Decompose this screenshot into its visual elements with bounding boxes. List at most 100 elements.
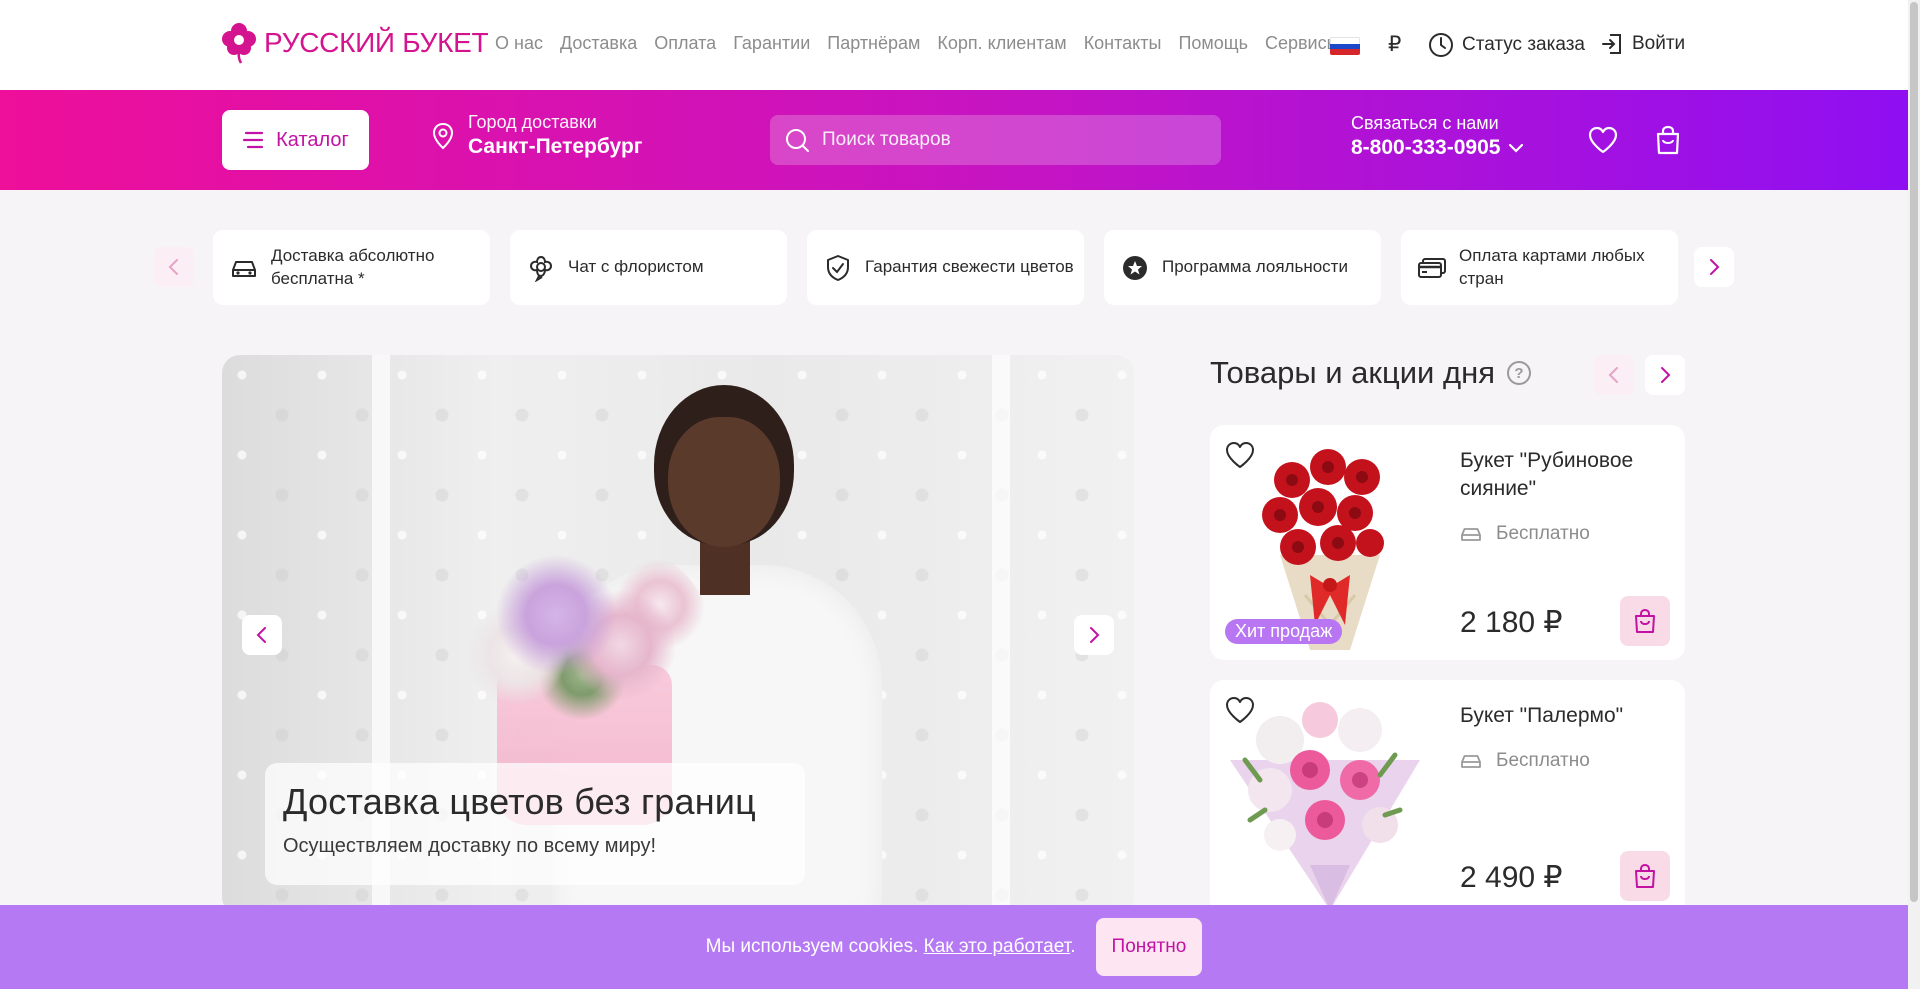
add-to-cart-button[interactable]: [1620, 596, 1670, 646]
car-icon: [229, 253, 259, 283]
features-next-button[interactable]: [1694, 247, 1734, 287]
cookie-text: Мы используем cookies. Как это работает.: [705, 936, 1076, 957]
nav-help[interactable]: Помощь: [1178, 33, 1248, 54]
russia-flag-icon[interactable]: [1330, 37, 1360, 55]
chevron-right-icon: [1710, 259, 1720, 275]
delivery-text: Бесплатно: [1496, 750, 1590, 771]
favorite-heart-icon[interactable]: [1224, 694, 1256, 726]
top-nav: О нас Доставка Оплата Гарантии Партнёрам…: [495, 33, 1340, 54]
help-question-icon[interactable]: ?: [1506, 361, 1531, 385]
nav-partners[interactable]: Партнёрам: [827, 33, 920, 54]
cart-bag-icon: [1635, 863, 1655, 888]
favorite-heart-icon[interactable]: [1224, 439, 1256, 471]
menu-icon: [243, 131, 264, 149]
login-link[interactable]: Войти: [1600, 32, 1685, 56]
cookie-banner: Мы используем cookies. Как это работает.…: [0, 905, 1908, 989]
main-header: Каталог Город доставки Санкт-Петербург С…: [0, 90, 1908, 190]
scrollbar-thumb[interactable]: [1910, 2, 1918, 902]
login-icon: [1602, 34, 1621, 54]
features-prev-button[interactable]: [154, 247, 194, 287]
nav-contacts[interactable]: Контакты: [1084, 33, 1162, 54]
nav-corporate[interactable]: Корп. клиентам: [937, 33, 1066, 54]
feature-card-payment[interactable]: Оплата картами любых стран: [1401, 230, 1678, 305]
feature-text: Гарантия свежести цветов: [865, 257, 1074, 277]
products-next-button[interactable]: [1645, 355, 1685, 395]
hero-subtitle: Осуществляем доставку по всему миру!: [283, 835, 657, 857]
contact-block[interactable]: Связаться с нами 8-800-333-0905: [1351, 113, 1524, 160]
cart-bag-icon[interactable]: [1652, 124, 1684, 156]
car-icon: [1461, 528, 1481, 541]
phone-number[interactable]: 8-800-333-0905: [1351, 136, 1524, 160]
hero-bouquet: [452, 535, 712, 735]
catalog-label: Каталог: [276, 128, 349, 151]
order-status-link[interactable]: Статус заказа: [1428, 32, 1585, 58]
car-icon: [1461, 755, 1481, 768]
wall-panel: [992, 355, 1010, 915]
feature-text: Оплата картами любых стран: [1459, 245, 1645, 288]
product-name[interactable]: Букет "Рубиновое сияние": [1460, 447, 1670, 504]
chevron-down-icon: [1509, 143, 1524, 153]
logo[interactable]: РУССКИЙ БУКЕТ: [222, 22, 489, 64]
chevron-right-icon: [1661, 367, 1671, 383]
add-to-cart-button[interactable]: [1620, 851, 1670, 901]
hero-title: Доставка цветов без границ: [283, 781, 756, 822]
city-label: Город доставки: [468, 112, 597, 132]
product-price: 2 180 ₽: [1460, 606, 1563, 639]
chevron-left-icon: [1608, 367, 1618, 383]
product-name[interactable]: Букет "Палермо": [1460, 702, 1670, 730]
product-card[interactable]: Букет "Палермо" Бесплатно 2 490 ₽: [1210, 680, 1685, 915]
currency-selector[interactable]: ₽: [1388, 32, 1401, 57]
page-scrollbar[interactable]: [1908, 0, 1920, 989]
delivery-info: Бесплатно: [1460, 750, 1590, 772]
features-strip: Доставка абсолютно бесплатна * Чат с фло…: [213, 230, 1678, 305]
product-price: 2 490 ₽: [1460, 861, 1563, 894]
nav-services[interactable]: Сервисы: [1265, 33, 1340, 54]
flower-logo-icon: [222, 23, 256, 64]
login-label: Войти: [1632, 33, 1686, 54]
nav-payment[interactable]: Оплата: [654, 33, 716, 54]
hero-person-face: [668, 417, 780, 547]
cart-bag-icon: [1635, 608, 1655, 633]
hero-banner[interactable]: Доставка цветов без границ Осуществляем …: [222, 355, 1134, 915]
hit-badge: Хит продаж: [1225, 619, 1343, 644]
nav-guarantees[interactable]: Гарантии: [733, 33, 810, 54]
hero-next-button[interactable]: [1074, 615, 1114, 655]
products-section-title: Товары и акции дня ?: [1210, 355, 1531, 391]
feature-freshness[interactable]: Гарантия свежести цветов: [807, 230, 1084, 305]
contact-label: Связаться с нами: [1351, 113, 1499, 133]
cookie-message: Мы используем cookies.: [705, 936, 919, 957]
shield-check-icon: [823, 253, 853, 283]
products-prev-button[interactable]: [1594, 355, 1634, 395]
phone-text: 8-800-333-0905: [1351, 136, 1501, 159]
chevron-right-icon: [1090, 627, 1100, 643]
city-value: Санкт-Петербург: [468, 135, 643, 158]
search-bar[interactable]: [770, 115, 1221, 165]
star-badge-icon: [1120, 253, 1150, 283]
cookie-accept-button[interactable]: Понятно: [1095, 918, 1203, 976]
delivery-text: Бесплатно: [1496, 523, 1590, 544]
location-pin-icon: [432, 122, 454, 149]
feature-text: Программа лояльности: [1162, 257, 1348, 277]
hero-prev-button[interactable]: [242, 615, 282, 655]
feature-florist-chat[interactable]: Чат с флористом: [510, 230, 787, 305]
clock-icon: [1429, 33, 1453, 57]
products-title-text: Товары и акции дня: [1210, 355, 1495, 390]
nav-delivery[interactable]: Доставка: [560, 33, 637, 54]
order-status-label: Статус заказа: [1462, 34, 1585, 55]
cookie-info-link[interactable]: Как это работает: [924, 936, 1071, 957]
chevron-left-icon: [256, 627, 266, 643]
search-input[interactable]: [822, 129, 1202, 151]
feature-free-delivery[interactable]: Доставка абсолютно бесплатна *: [213, 230, 490, 305]
logo-text: РУССКИЙ БУКЕТ: [264, 27, 489, 58]
feature-text: Доставка абсолютно бесплатна *: [271, 245, 435, 288]
delivery-city-selector[interactable]: Город доставки Санкт-Петербург: [432, 112, 643, 159]
feature-text: Чат с флористом: [568, 257, 704, 277]
catalog-button[interactable]: Каталог: [222, 110, 369, 170]
florist-chat-icon: [526, 253, 556, 283]
feature-loyalty[interactable]: Программа лояльности: [1104, 230, 1381, 305]
favorites-heart-icon[interactable]: [1587, 124, 1619, 156]
product-card[interactable]: Хит продаж Букет "Рубиновое сияние" Бесп…: [1210, 425, 1685, 660]
top-bar: РУССКИЙ БУКЕТ О нас Доставка Оплата Гара…: [0, 0, 1908, 90]
search-icon: [786, 129, 809, 152]
nav-about[interactable]: О нас: [495, 33, 543, 54]
